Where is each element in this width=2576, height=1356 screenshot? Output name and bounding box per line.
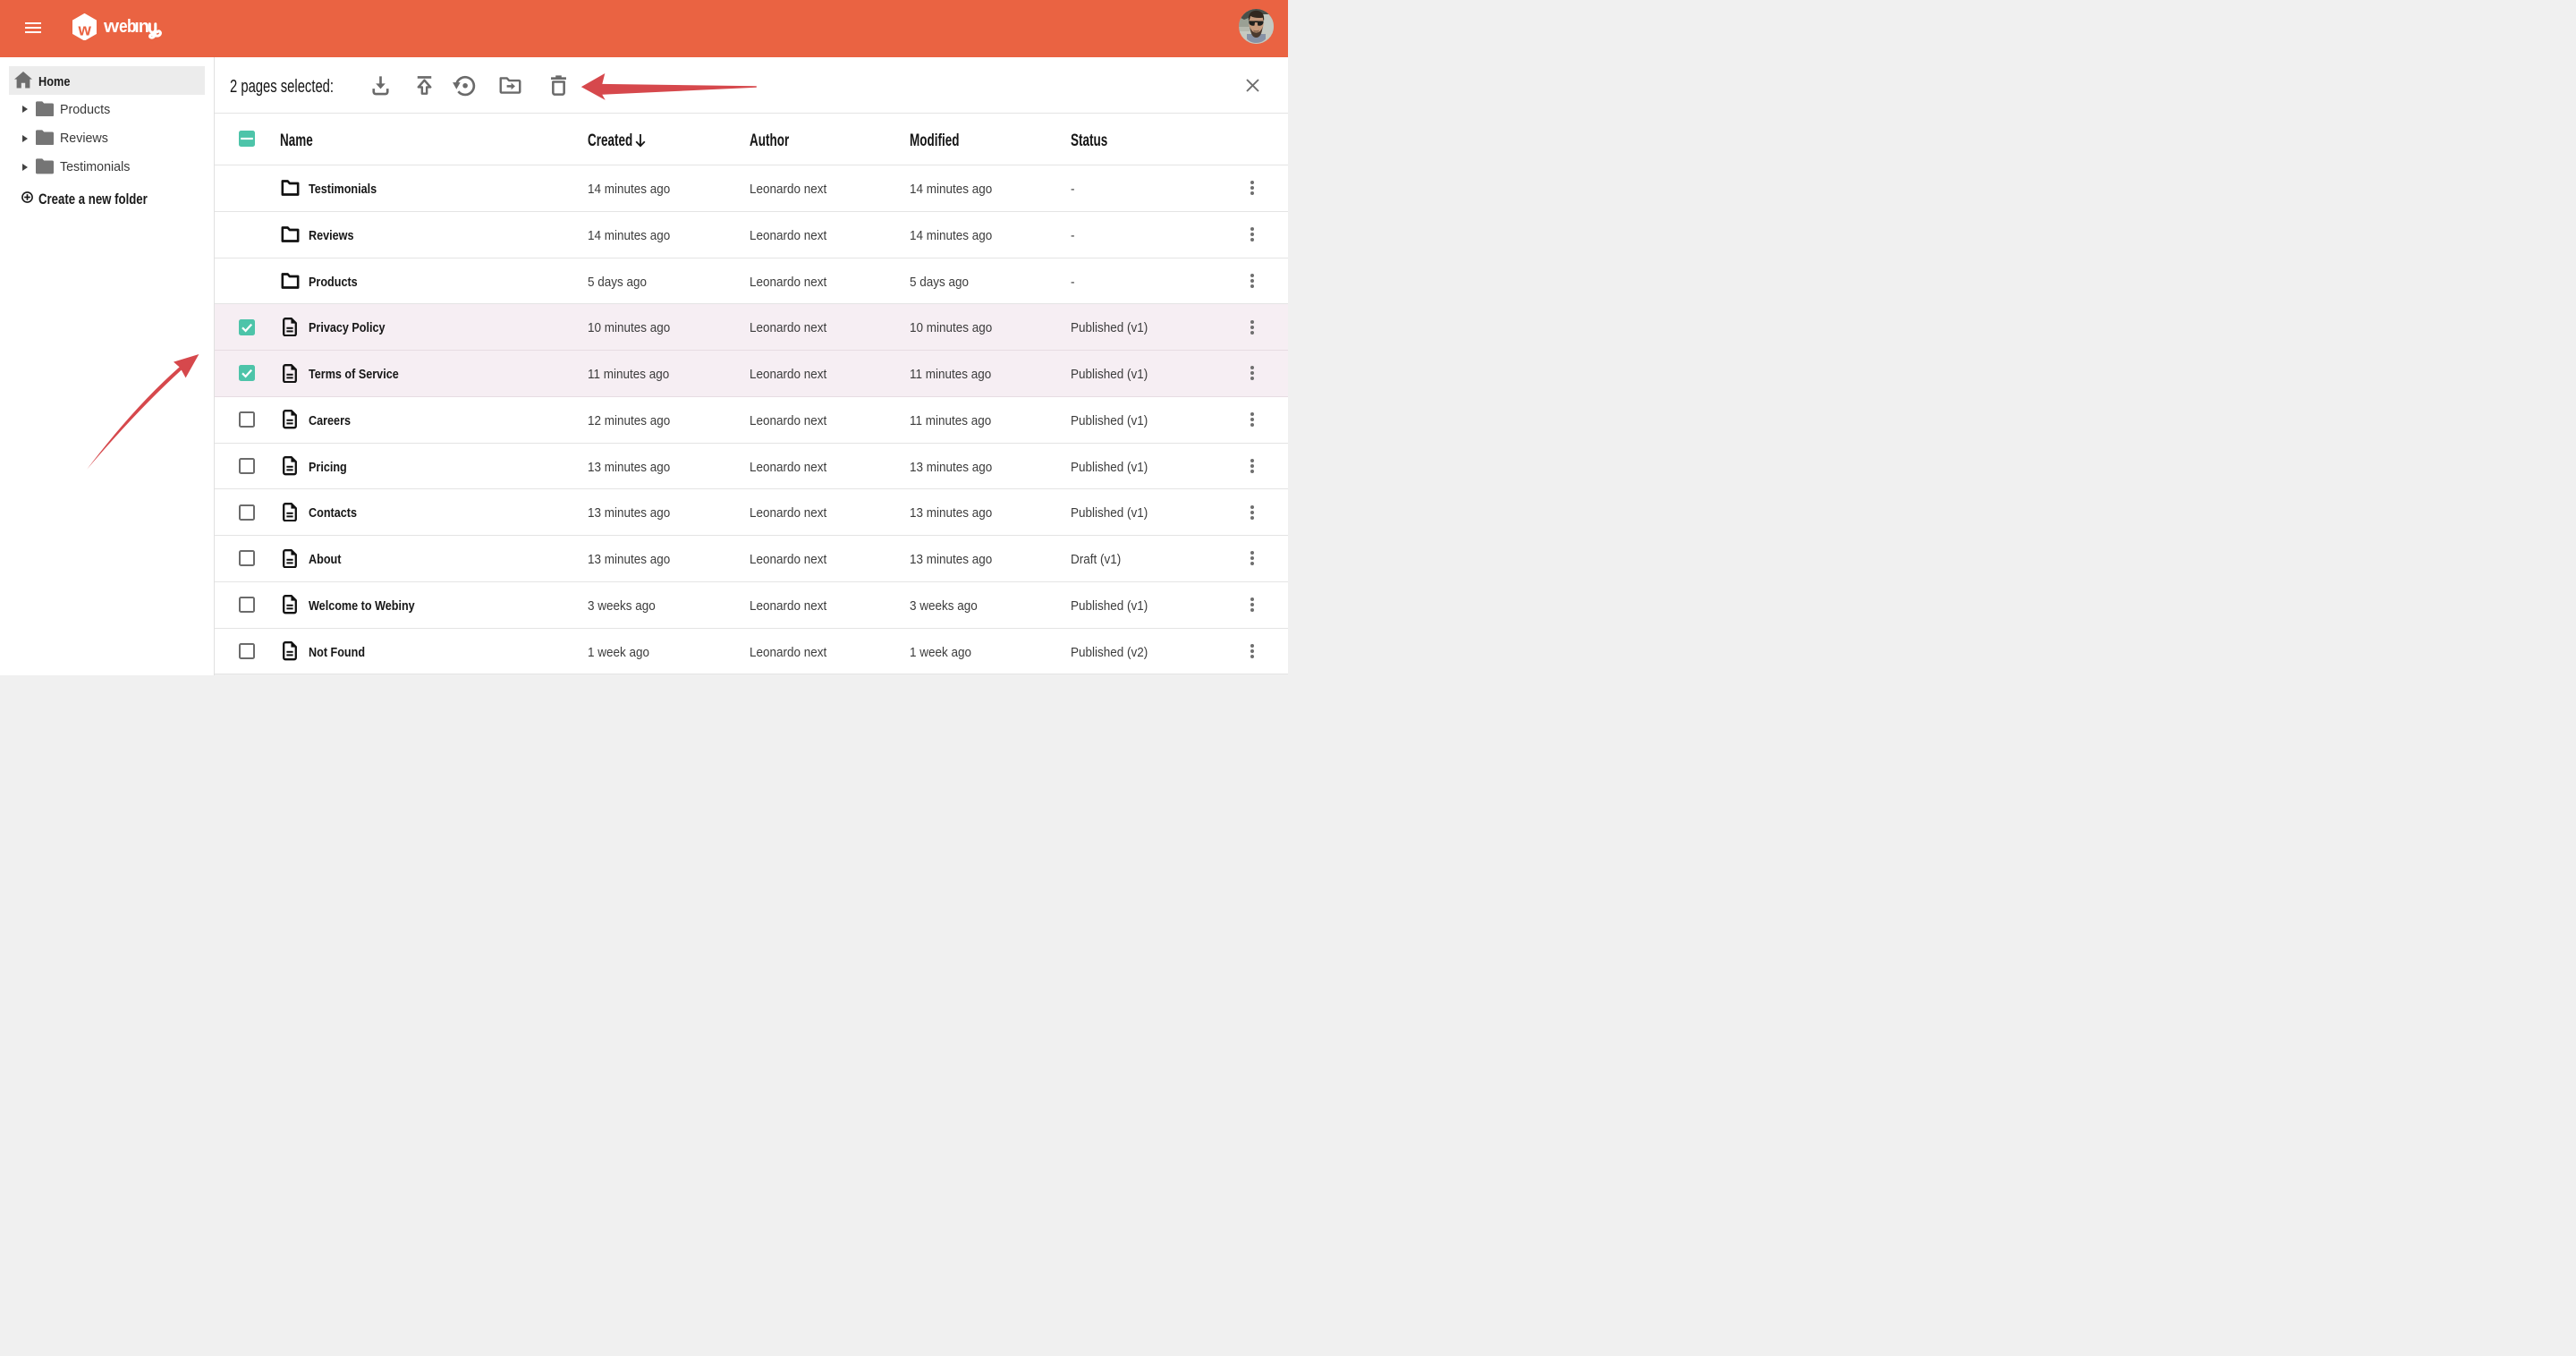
svg-text:w: w — [77, 20, 91, 38]
